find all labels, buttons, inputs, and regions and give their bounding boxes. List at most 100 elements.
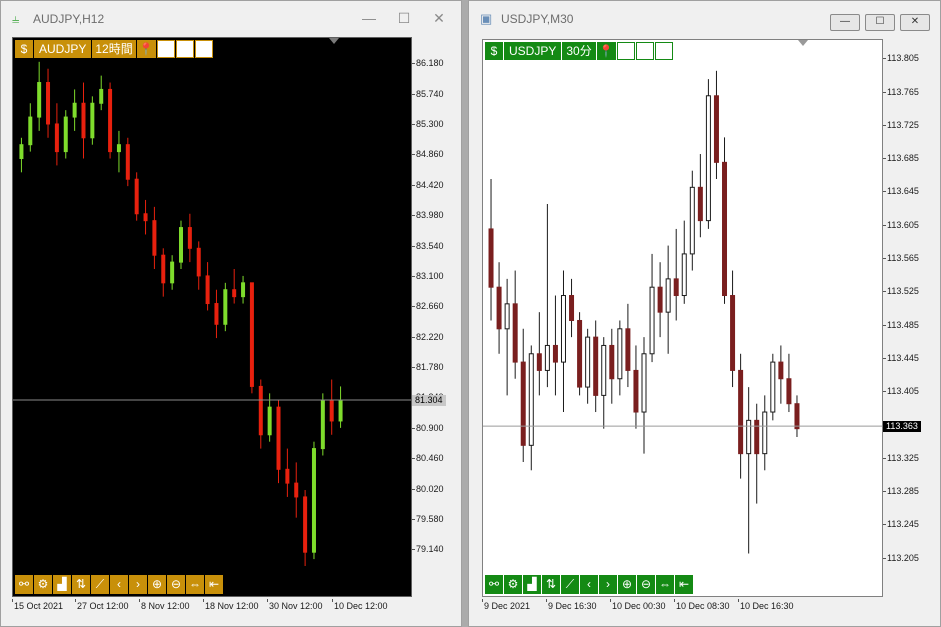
chart-objects-icon[interactable]: ⚯ (485, 575, 503, 594)
price-axis-tick (883, 291, 886, 293)
location-pin-icon[interactable]: 📍 (596, 42, 616, 60)
scroll-right-icon[interactable]: › (129, 575, 147, 594)
one-click-trading-panel: $ USDJPY 30分 📍 (485, 42, 673, 60)
symbol-selector[interactable]: USDJPY (504, 42, 562, 60)
shift-end-icon[interactable]: ⇤ (205, 575, 223, 594)
bull-candle (689, 186, 695, 255)
price-chart-area[interactable]: $ USDJPY 30分 📍 ⚯ ⚙ ▟ ⇅ ⟋ ‹ › ⊕ ⊖ ⇔ ⇤ (482, 39, 883, 597)
price-axis[interactable]: 113.805 113.765 113.725 113.685 113.645 113.6… (883, 39, 939, 597)
shift-end-icon[interactable]: ⇤ (675, 575, 693, 594)
bear-candle (81, 102, 86, 139)
price-axis-tick (412, 458, 415, 460)
bear-candle (329, 399, 334, 422)
window-titlebar[interactable]: ▣ USDJPY,M30 — ☐ ✕ (469, 1, 940, 37)
bull-candle (504, 303, 510, 330)
price-axis-tick (412, 215, 415, 217)
dollar-icon[interactable]: $ (485, 42, 503, 60)
audjpy-chart-window[interactable]: ⫨ AUDJPY,H12 — ☐ ✕ $ AUDJPY 12時間 📍 ⚯ ⚙ ▟… (0, 0, 462, 627)
zoom-out-icon[interactable]: ⊖ (637, 575, 655, 594)
bear-candle (187, 227, 192, 249)
scroll-left-icon[interactable]: ‹ (110, 575, 128, 594)
bear-candle (488, 228, 494, 288)
price-axis-tick (412, 367, 415, 369)
line-tool-icon[interactable]: ⟋ (561, 575, 579, 594)
blank-button-3[interactable] (654, 42, 673, 60)
price-axis-label: 79.140 (416, 544, 444, 555)
bull-candle (641, 353, 647, 413)
price-axis-label: 85.740 (416, 88, 444, 99)
scroll-right-icon[interactable]: › (599, 575, 617, 594)
settings-gear-icon[interactable]: ⚙ (34, 575, 52, 594)
bar-chart-icon[interactable]: ▟ (523, 575, 541, 594)
scroll-left-icon[interactable]: ‹ (580, 575, 598, 594)
time-axis-tick (75, 599, 76, 602)
zoom-out-icon[interactable]: ⊖ (167, 575, 185, 594)
bull-candle (770, 361, 776, 413)
price-axis-label: 83.540 (416, 240, 444, 251)
price-axis-label: 113.645 (887, 186, 919, 197)
minimize-button[interactable]: — (830, 14, 860, 31)
price-axis-label: 113.605 (887, 219, 919, 230)
usdjpy-chart-window[interactable]: ▣ USDJPY,M30 — ☐ ✕ $ USDJPY 30分 📍 ⚯ ⚙ ▟ … (468, 0, 941, 627)
location-pin-icon[interactable]: 📍 (136, 40, 156, 58)
chart-tools-panel: ⚯ ⚙ ▟ ⇅ ⟋ ‹ › ⊕ ⊖ ⇔ ⇤ (485, 575, 693, 594)
time-axis-label: 27 Oct 12:00 (77, 601, 129, 611)
restore-button[interactable]: ☐ (865, 14, 895, 31)
close-button[interactable]: ✕ (429, 10, 449, 26)
close-button[interactable]: ✕ (900, 14, 930, 31)
period-separator-icon[interactable]: ⇅ (72, 575, 90, 594)
chart-objects-icon[interactable]: ⚯ (15, 575, 33, 594)
bear-candle (536, 353, 542, 371)
minimize-button[interactable]: — (359, 10, 379, 26)
price-axis-tick (412, 245, 415, 247)
price-axis-label: 80.020 (416, 483, 444, 494)
zoom-in-icon[interactable]: ⊕ (618, 575, 636, 594)
candlestick-plot[interactable] (13, 38, 411, 596)
time-axis-label: 8 Nov 12:00 (141, 601, 190, 611)
price-axis-label: 80.900 (416, 422, 444, 433)
period-separator-icon[interactable]: ⇅ (542, 575, 560, 594)
time-axis-tick (482, 599, 483, 602)
time-axis[interactable]: 15 Oct 2021 27 Oct 12:00 8 Nov 12:00 18 Nov… (12, 599, 432, 617)
bull-candle (99, 88, 104, 104)
time-axis-tick (12, 599, 13, 602)
bear-candle (232, 289, 237, 298)
bull-candle (72, 102, 77, 118)
line-tool-icon[interactable]: ⟋ (91, 575, 109, 594)
zoom-in-icon[interactable]: ⊕ (148, 575, 166, 594)
price-axis[interactable]: 86.180 85.740 85.300 84.860 84.420 83.980 83.5… (412, 37, 458, 597)
time-axis[interactable]: 9 Dec 2021 9 Dec 16:30 10 Dec 00:30 10 Dec … (482, 599, 902, 617)
price-axis-label: 84.420 (416, 179, 444, 190)
bear-candle (633, 369, 639, 413)
timeframe-selector[interactable]: 30分 (562, 42, 596, 60)
bear-candle (673, 278, 679, 297)
blank-button-2[interactable] (175, 40, 194, 58)
dollar-icon[interactable]: $ (15, 40, 33, 58)
blank-button-2[interactable] (635, 42, 654, 60)
bull-candle (90, 102, 95, 139)
timeframe-selector[interactable]: 12時間 (92, 40, 136, 58)
price-axis-tick (883, 491, 886, 493)
price-axis-label: 113.285 (887, 486, 919, 497)
blank-button-1[interactable] (616, 42, 635, 60)
chart-shift-marker[interactable] (329, 38, 339, 44)
window-titlebar[interactable]: ⫨ AUDJPY,H12 — ☐ ✕ (1, 1, 461, 37)
bear-candle (258, 385, 263, 436)
bull-candle (63, 116, 68, 153)
price-chart-area[interactable]: $ AUDJPY 12時間 📍 ⚯ ⚙ ▟ ⇅ ⟋ ‹ › ⊕ ⊖ ⇔ ⇤ (12, 37, 412, 597)
blank-button-3[interactable] (194, 40, 213, 58)
chart-shift-marker[interactable] (798, 40, 808, 46)
price-axis-tick (883, 457, 886, 459)
autoscroll-icon[interactable]: ⇔ (656, 575, 674, 594)
autoscroll-icon[interactable]: ⇔ (186, 575, 204, 594)
price-axis-tick (883, 324, 886, 326)
blank-button-1[interactable] (156, 40, 175, 58)
symbol-selector[interactable]: AUDJPY (34, 40, 92, 58)
bear-candle (134, 178, 139, 215)
bar-chart-icon[interactable]: ▟ (53, 575, 71, 594)
settings-gear-icon[interactable]: ⚙ (504, 575, 522, 594)
maximize-button[interactable]: ☐ (394, 10, 414, 26)
bear-candle (276, 406, 281, 470)
candlestick-plot[interactable] (483, 40, 882, 596)
price-axis-label: 113.325 (887, 452, 919, 463)
